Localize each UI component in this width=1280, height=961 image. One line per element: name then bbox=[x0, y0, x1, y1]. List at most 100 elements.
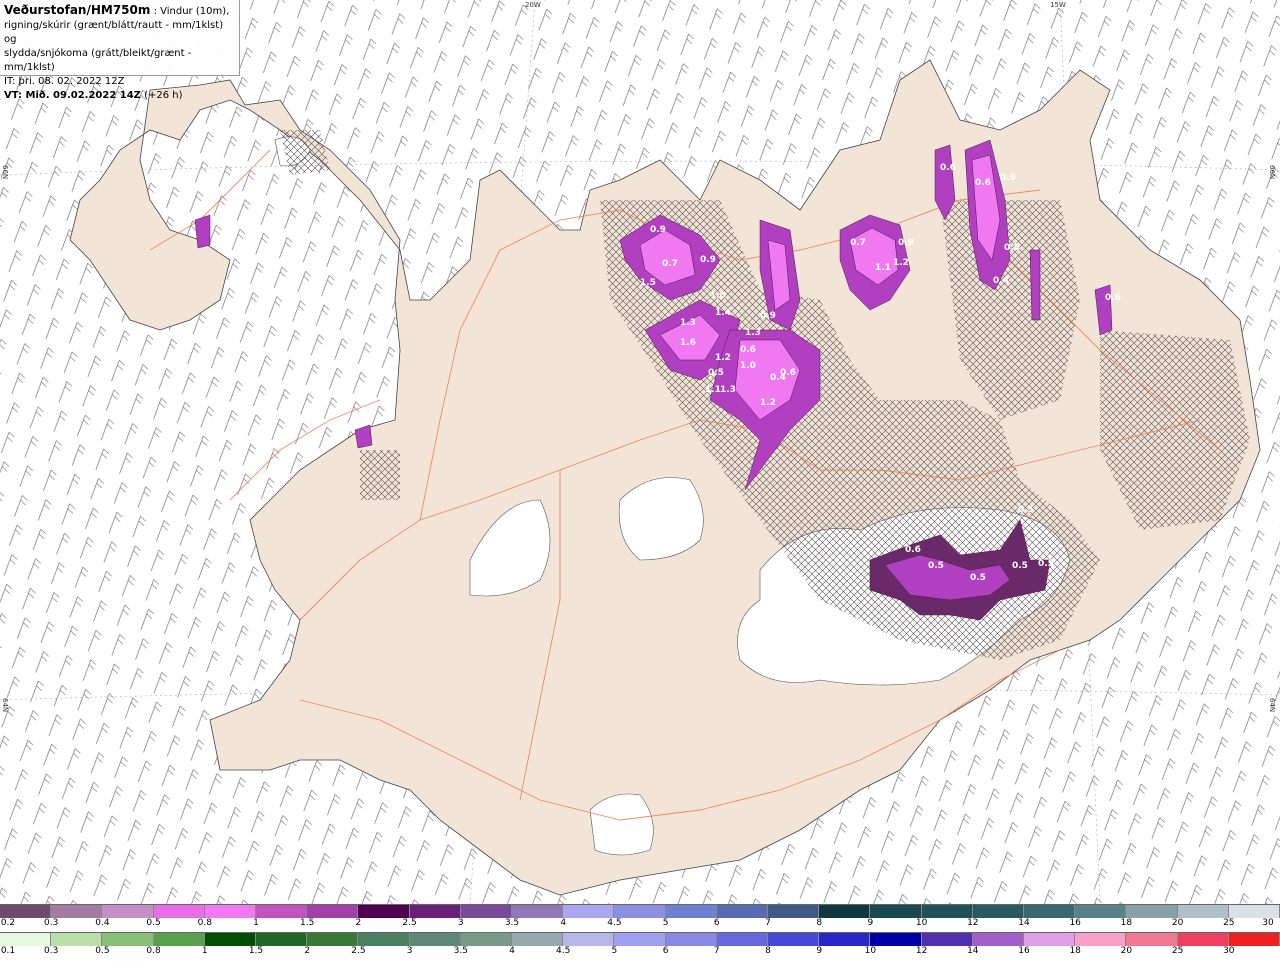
legend-swatch bbox=[1075, 905, 1127, 918]
precip-value-label: 0.9 bbox=[898, 238, 914, 248]
legend-swatch bbox=[307, 933, 359, 946]
lon-label-15w: 15W bbox=[1050, 1, 1066, 9]
precip-value-label: 0.5 bbox=[970, 573, 986, 583]
legend-swatch bbox=[460, 933, 513, 946]
legend-label: 0.5 bbox=[146, 918, 161, 928]
precip-value-label: 0.6 bbox=[740, 345, 756, 355]
precip-value-label: 1.1 bbox=[875, 263, 891, 273]
precip-value-label: 0.9 bbox=[700, 255, 716, 265]
legend-swatch bbox=[153, 905, 205, 918]
precip-value-label: 1.3 bbox=[680, 318, 696, 328]
map-title: Veðurstofan/HM750m bbox=[4, 3, 151, 17]
precip-value-label: 1.0 bbox=[740, 361, 756, 371]
precip-value-label: 0.6 bbox=[905, 545, 921, 555]
legend-swatch bbox=[256, 905, 308, 918]
legend-label: 0.3 bbox=[44, 918, 59, 928]
precip-value-label: 0.5 bbox=[1004, 243, 1020, 253]
legend-label: 0.4 bbox=[95, 918, 110, 928]
legend-swatch bbox=[1024, 933, 1076, 946]
legend-swatch bbox=[563, 905, 615, 918]
precip-value-label: 1.1 bbox=[705, 385, 721, 395]
legend-label: 5 bbox=[611, 946, 618, 956]
legend-swatch bbox=[0, 933, 52, 946]
legend-swatch bbox=[460, 905, 513, 918]
map-description-line-3: slydda/snjókoma (grátt/bleikt/grænt - mm… bbox=[4, 48, 192, 73]
legend-snow-labels: 0.2 0.3 0.4 0.5 0.8 1 1.5 2 2.5 3 3.5 4 4.5 5 6 7 8 9 10 12… bbox=[0, 918, 1280, 933]
legend-label: 18 bbox=[1120, 918, 1133, 928]
legend-label: 14 bbox=[967, 946, 979, 956]
precip-value-label: 0.9 bbox=[760, 311, 776, 321]
legend-swatch bbox=[614, 933, 666, 946]
legend-label: 25 bbox=[1223, 918, 1235, 928]
legend-swatch bbox=[1177, 905, 1229, 918]
legend-label: 16 bbox=[1018, 946, 1030, 956]
precip-value-label: 0.6 bbox=[975, 178, 991, 188]
precip-value-label: 0.6 bbox=[1105, 293, 1121, 303]
legend-swatch bbox=[972, 905, 1025, 918]
legend-rain-colorbar bbox=[0, 932, 1280, 946]
valid-time-offset: (+26 h) bbox=[140, 90, 183, 101]
legend-swatch bbox=[102, 933, 154, 946]
legend-swatch bbox=[819, 905, 871, 918]
legend-label: 3.5 bbox=[453, 946, 468, 956]
legend-label: 1.5 bbox=[248, 946, 264, 956]
legend-swatch bbox=[716, 905, 769, 918]
legend-swatch bbox=[921, 933, 973, 946]
legend-swatch bbox=[665, 933, 717, 946]
legend-swatch bbox=[512, 933, 564, 946]
legend-swatch bbox=[768, 905, 820, 918]
map-title-box: Veðurstofan/HM750m : Vindur (10m), rigni… bbox=[0, 0, 240, 101]
legend-swatch bbox=[153, 933, 205, 946]
lat-label-64n-left: 64N bbox=[1, 698, 9, 712]
legend-label: 1 bbox=[253, 918, 259, 928]
legend-swatch bbox=[819, 933, 871, 946]
legend-swatch bbox=[1075, 933, 1127, 946]
legend-label: 3.5 bbox=[504, 918, 520, 928]
precip-value-label: 0.5 bbox=[928, 561, 944, 571]
precip-value-label: 0.5 bbox=[1012, 561, 1028, 571]
legend-label: 7 bbox=[765, 918, 771, 928]
precip-value-label: 0.9 bbox=[650, 225, 666, 235]
legend-swatch bbox=[102, 905, 154, 918]
legend-label: 14 bbox=[1018, 918, 1030, 928]
precip-value-label: 1.2 bbox=[760, 398, 776, 408]
legend-swatch bbox=[512, 905, 564, 918]
legend-swatch bbox=[409, 933, 461, 946]
legend-label: 4 bbox=[560, 918, 567, 928]
legend-label: 0.2 bbox=[0, 918, 16, 928]
legend-label: 2.5 bbox=[351, 946, 366, 956]
precip-value-label: 0.7 bbox=[662, 259, 678, 269]
legend-swatch bbox=[256, 933, 308, 946]
legend-label: 8 bbox=[816, 918, 823, 928]
precip-value-label: 1.6 bbox=[680, 338, 696, 348]
legend-label: 0.3 bbox=[44, 946, 59, 956]
precip-value-label: 0.4 bbox=[993, 276, 1009, 286]
legend-label: 3 bbox=[457, 918, 464, 928]
legend-swatch bbox=[716, 933, 769, 946]
legend-label: 2.5 bbox=[402, 918, 417, 928]
legend-label: 20 bbox=[1120, 946, 1133, 956]
legend-swatch bbox=[1126, 933, 1178, 946]
lat-label-64n-right: 64N bbox=[1268, 698, 1276, 712]
forecast-map[interactable]: 0.9 0.7 0.9 1.5 1.0 1.3 1.4 1.3 0.9 1.6 1.2 0.6 1.0 0… bbox=[0, 0, 1280, 904]
precip-value-label: 0.5 bbox=[1038, 559, 1054, 569]
legend-label: 16 bbox=[1069, 918, 1081, 928]
legend-label: 9 bbox=[867, 918, 874, 928]
legend-label: 0.8 bbox=[146, 946, 161, 956]
legend-label: 18 bbox=[1069, 946, 1081, 956]
legend-swatch bbox=[768, 933, 820, 946]
legend-label: 0.8 bbox=[197, 918, 212, 928]
precip-value-label: 0.7 bbox=[850, 238, 866, 248]
lon-label-20w: 20W bbox=[525, 1, 541, 9]
legend-label: 12 bbox=[915, 946, 928, 956]
legend-label: 0.5 bbox=[95, 946, 110, 956]
legend-swatch bbox=[0, 905, 52, 918]
legend-swatch bbox=[665, 905, 717, 918]
legend-swatch bbox=[921, 905, 973, 918]
legend-swatch bbox=[1228, 933, 1280, 946]
legend-label: 4 bbox=[509, 946, 515, 956]
precip-value-label: 0.6 bbox=[940, 163, 956, 173]
precip-value-label: 1.4 bbox=[715, 308, 731, 318]
legend-label: 4.5 bbox=[607, 918, 622, 928]
legend-label: 4.5 bbox=[556, 946, 571, 956]
